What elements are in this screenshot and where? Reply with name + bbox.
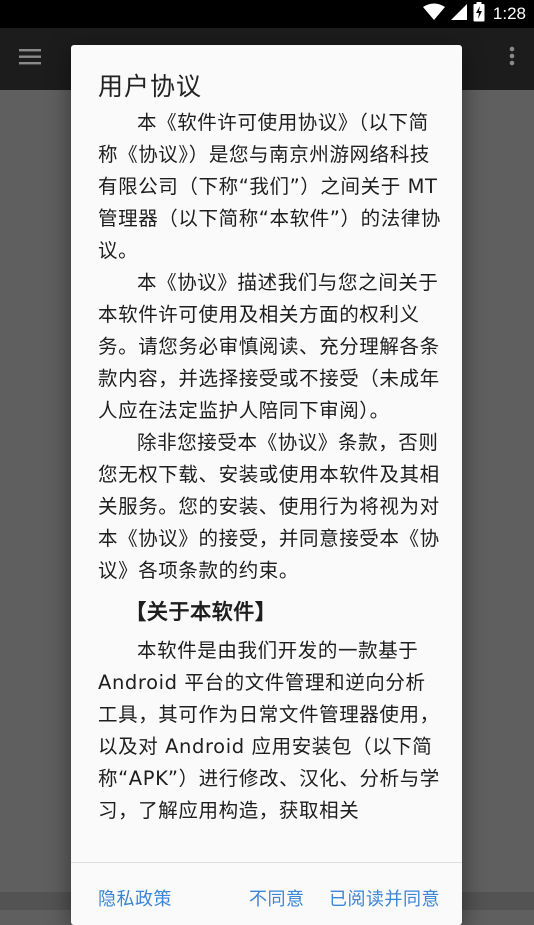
dialog-title: 用户协议 [98, 72, 203, 101]
agreement-paragraph: 本《软件许可使用协议》（以下简称《协议》）是您与南京州游网络科技有限公司（下称“… [98, 111, 442, 262]
wifi-icon [422, 3, 445, 25]
agreement-paragraph: 本《协议》描述我们与您之间关于本软件许可使用及相关方面的权利义务。请您务必审慎阅… [98, 271, 440, 422]
disagree-button[interactable]: 不同意 [249, 885, 305, 911]
agreement-text[interactable]: 本《软件许可使用协议》（以下简称《协议》）是您与南京州游网络科技有限公司（下称“… [98, 107, 442, 859]
agree-button[interactable]: 已阅读并同意 [329, 885, 440, 911]
signal-icon [450, 3, 467, 25]
agreement-paragraph: 本软件是由我们开发的一款基于 Android 平台的文件管理和逆向分析工具，其可… [98, 639, 440, 822]
user-agreement-dialog: 用户协议 本《软件许可使用协议》（以下简称《协议》）是您与南京州游网络科技有限公… [71, 45, 462, 925]
battery-charging-icon [473, 2, 485, 26]
status-bar: 1:28 [0, 0, 534, 28]
privacy-policy-button[interactable]: 隐私政策 [98, 885, 172, 911]
hamburger-menu-icon[interactable] [18, 44, 44, 70]
status-icons: 1:28 [422, 0, 526, 28]
section-heading: 【关于本软件】 [125, 600, 277, 624]
agreement-paragraph: 除非您接受本《协议》条款，否则您无权下载、安装或使用本软件及其相关服务。您的安装… [98, 431, 440, 582]
dialog-actions: 隐私政策 不同意 已阅读并同意 [71, 863, 462, 925]
status-time: 1:28 [492, 4, 526, 23]
more-vert-icon[interactable] [508, 42, 516, 72]
